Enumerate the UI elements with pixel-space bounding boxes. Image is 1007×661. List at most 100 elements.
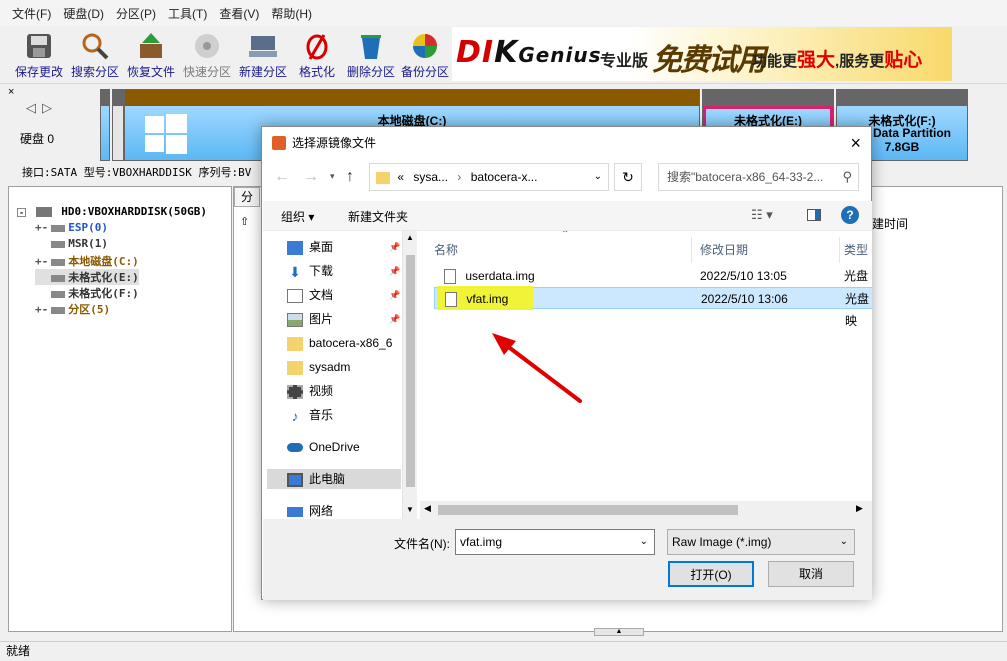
tree-item-msr[interactable]: MSR(1) <box>35 237 108 250</box>
menu-view[interactable]: 查看(V) <box>213 5 265 22</box>
nav-network[interactable]: 网络 <box>287 501 333 521</box>
partition-msr[interactable] <box>112 89 124 161</box>
tab-partition-params[interactable]: 分 <box>234 187 260 207</box>
backup-partition-button[interactable]: 备份分区 <box>396 30 454 82</box>
breadcrumb-sysadm[interactable]: sysa... <box>413 170 448 184</box>
search-icon[interactable]: ⚲ <box>842 164 852 190</box>
dialog-footer: 文件名(N): vfat.img ⌄ Raw Image (*.img) ⌄ 打… <box>263 519 872 600</box>
nav-sysadm[interactable]: sysadm <box>287 357 350 377</box>
backup-partition-icon <box>410 32 440 60</box>
delete-partition-button[interactable]: 删除分区 <box>342 30 400 82</box>
prev-disk-icon[interactable]: ◁ <box>26 100 36 116</box>
network-icon <box>287 506 303 517</box>
scroll-thumb[interactable] <box>438 505 738 515</box>
menu-file[interactable]: 文件(F) <box>6 5 57 22</box>
nav-desktop[interactable]: 桌面 📌 <box>287 237 400 257</box>
menu-partition[interactable]: 分区(P) <box>110 5 162 22</box>
recover-files-button[interactable]: 恢复文件 <box>122 30 180 82</box>
partition-esp[interactable] <box>100 89 110 161</box>
nav-documents[interactable]: 文档 📌 <box>287 285 400 305</box>
open-button[interactable]: 打开(O) <box>668 561 754 587</box>
scroll-down-icon[interactable]: ▼ <box>406 505 414 514</box>
nav-scrollbar[interactable]: ▲ ▼ <box>402 231 417 519</box>
forward-icon[interactable]: → <box>303 168 319 186</box>
menu-help[interactable]: 帮助(H) <box>265 5 318 22</box>
breadcrumb-batocera[interactable]: batocera-x... <box>471 170 538 184</box>
recent-dropdown-icon[interactable]: ▾ <box>330 171 335 182</box>
partition-icon <box>51 224 66 232</box>
help-icon[interactable]: ? <box>841 206 859 224</box>
nav-music[interactable]: ♪ 音乐 <box>287 405 334 425</box>
format-button[interactable]: 格式化 <box>288 30 346 82</box>
close-icon[interactable]: × <box>850 127 861 159</box>
nav-onedrive[interactable]: OneDrive <box>287 437 360 457</box>
next-disk-icon[interactable]: ▷ <box>42 100 52 116</box>
filename-input[interactable]: vfat.img ⌄ <box>455 529 655 555</box>
status-bar: 就绪 <box>0 641 1007 660</box>
preview-pane-icon[interactable] <box>807 209 821 221</box>
scroll-up-icon[interactable]: ▲ <box>406 233 414 242</box>
dialog-title: 选择源镜像文件 × <box>262 127 871 159</box>
search-input[interactable]: 搜索"batocera-x86_64-33-2... ⚲ <box>658 163 859 191</box>
scroll-left-icon[interactable]: ◀ <box>424 503 431 514</box>
tree-item-f[interactable]: 未格式化(F:) <box>35 285 139 301</box>
new-folder-button[interactable]: 新建文件夹 <box>348 208 408 225</box>
pin-icon[interactable]: 📌 <box>389 285 400 305</box>
chevron-down-icon: ⌄ <box>839 536 848 547</box>
cancel-button[interactable]: 取消 <box>768 561 854 587</box>
nav-downloads[interactable]: ⬇ 下载 📌 <box>287 261 400 281</box>
open-image-dialog: 选择源镜像文件 × ← → ▾ ↑ « sysa... › batocera-x… <box>261 126 872 600</box>
view-options-icon[interactable]: ☷ ▾ <box>751 207 773 223</box>
organize-button[interactable]: 组织 ▾ <box>281 208 314 225</box>
search-partition-button[interactable]: 搜索分区 <box>66 30 124 82</box>
address-dropdown-icon[interactable]: ⌄ <box>594 164 602 190</box>
pin-icon[interactable]: 📌 <box>389 237 400 257</box>
nav-batocera-folder[interactable]: batocera-x86_6 <box>287 333 392 353</box>
horizontal-scrollbar[interactable]: ◀ ▶ <box>420 501 872 519</box>
save-changes-button[interactable]: 保存更改 <box>10 30 68 82</box>
pin-icon[interactable]: 📌 <box>389 309 400 329</box>
menu-disk[interactable]: 硬盘(D) <box>57 5 110 22</box>
splitter-handle[interactable]: ▲ <box>594 628 644 636</box>
file-type-select[interactable]: Raw Image (*.img) ⌄ <box>667 529 855 555</box>
diskgenius-banner: DIKGenius 专业版 免费试用 功能更强大,服务更贴心 <box>452 27 952 81</box>
refresh-icon[interactable]: ↻ <box>614 163 642 191</box>
pin-icon[interactable]: 📌 <box>389 261 400 281</box>
nav-videos[interactable]: 视频 <box>287 381 333 401</box>
address-bar[interactable]: « sysa... › batocera-x... ⌄ <box>369 163 609 191</box>
folder-icon <box>287 360 303 375</box>
close-icon[interactable]: × <box>8 86 14 98</box>
up-icon[interactable]: ↑ <box>346 168 354 186</box>
downloads-icon: ⬇ <box>289 263 301 280</box>
column-created: 建时间 <box>872 217 909 231</box>
tree-item-esp[interactable]: +- ESP(0) <box>35 221 108 234</box>
command-bar: 组织 ▾ 新建文件夹 ☷ ▾ ? <box>263 201 872 231</box>
scroll-right-icon[interactable]: ▶ <box>856 503 863 514</box>
file-list: ⌃ 名称 修改日期 类型 userdata.img 2022/5/10 13:0… <box>420 231 872 519</box>
scroll-thumb[interactable] <box>406 255 415 487</box>
videos-icon <box>287 384 303 399</box>
nav-pictures[interactable]: 图片 📌 <box>287 309 400 329</box>
back-icon[interactable]: ← <box>274 168 290 186</box>
app-icon <box>272 136 286 150</box>
filename-label: 文件名(N): <box>394 537 450 551</box>
tree-item-c[interactable]: +- 本地磁盘(C:) <box>35 253 139 269</box>
recover-files-icon <box>136 32 166 60</box>
menu-tools[interactable]: 工具(T) <box>162 5 213 22</box>
quick-partition-icon <box>192 32 222 60</box>
tree-item-e[interactable]: 未格式化(E:) <box>35 269 139 285</box>
new-partition-button[interactable]: 新建分区 <box>234 30 292 82</box>
up-folder-icon[interactable]: ⇧ <box>240 215 249 228</box>
banner-free-trial: 免费试用 <box>652 44 766 77</box>
chevron-down-icon: ⌄ <box>639 536 648 547</box>
navigation-pane: 桌面 📌 ⬇ 下载 📌 文档 📌 图片 📌 batocera-x86_6 sysadm 视… <box>263 231 417 519</box>
new-partition-icon <box>248 32 278 60</box>
documents-icon <box>287 288 303 303</box>
tree-root[interactable]: - HD0:VBOXHARDDISK(50GB) <box>17 205 207 218</box>
tree-item-5[interactable]: +- 分区(5) <box>35 301 110 317</box>
folder-icon <box>376 171 390 184</box>
partition-icon <box>51 306 66 314</box>
nav-this-pc[interactable]: 此电脑 <box>267 469 401 489</box>
folder-icon <box>287 336 303 351</box>
quick-partition-button[interactable]: 快速分区 <box>178 30 236 82</box>
